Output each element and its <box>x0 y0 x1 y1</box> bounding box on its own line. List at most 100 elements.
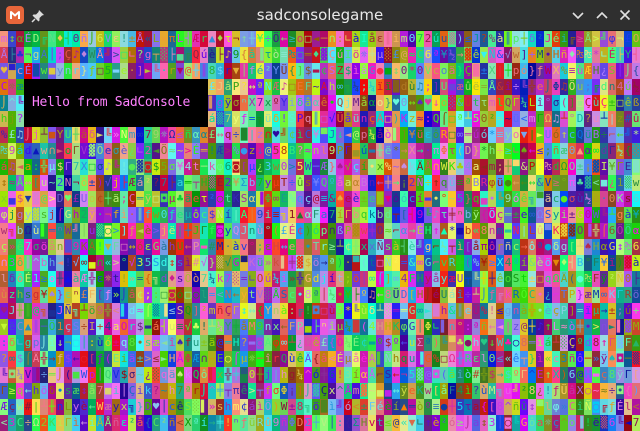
glyph-cell: Y <box>272 63 280 79</box>
glyph-cell: Ö <box>336 335 344 351</box>
glyph-cell: N <box>512 223 520 239</box>
glyph-cell: ▀ <box>536 191 544 207</box>
glyph-cell: à <box>392 239 400 255</box>
glyph-cell: ░ <box>384 47 392 63</box>
glyph-cell: ● <box>440 399 448 415</box>
glyph-cell: ♫ <box>416 79 424 95</box>
glyph-cell: ═ <box>304 47 312 63</box>
glyph-cell: ♦ <box>80 47 88 63</box>
glyph-cell: « <box>144 31 152 47</box>
glyph-cell: á <box>0 159 8 175</box>
glyph-cell: $ <box>16 191 24 207</box>
glyph-cell: j <box>112 175 120 191</box>
glyph-cell: Ö <box>184 271 192 287</box>
glyph-cell: ± <box>608 303 616 319</box>
glyph-cell: è <box>536 255 544 271</box>
glyph-cell: ← <box>376 287 384 303</box>
glyph-cell: ö <box>352 47 360 63</box>
glyph-cell: É <box>192 143 200 159</box>
glyph-cell: 6 <box>608 223 616 239</box>
glyph-cell: ÷ <box>288 175 296 191</box>
glyph-cell: [ <box>88 351 96 367</box>
glyph-cell: ╔ <box>296 303 304 319</box>
glyph-cell: Ω <box>304 335 312 351</box>
glyph-cell: P <box>296 319 304 335</box>
glyph-cell: ≤ <box>496 351 504 367</box>
glyph-cell: W <box>544 63 552 79</box>
glyph-cell: « <box>544 351 552 367</box>
glyph-cell: N <box>64 175 72 191</box>
glyph-cell: Ω <box>560 159 568 175</box>
glyph-cell: 8 <box>280 143 288 159</box>
glyph-cell: ê <box>240 383 248 399</box>
glyph-cell: i <box>280 271 288 287</box>
glyph-cell: > <box>112 223 120 239</box>
glyph-cell: · <box>344 255 352 271</box>
glyph-cell: ö <box>312 399 320 415</box>
glyph-cell: ▓ <box>616 335 624 351</box>
glyph-cell: < <box>592 175 600 191</box>
glyph-cell: ▒ <box>448 31 456 47</box>
glyph-cell: ° <box>440 191 448 207</box>
glyph-cell: $ <box>304 63 312 79</box>
glyph-cell: H <box>424 223 432 239</box>
glyph-cell: ▀ <box>240 255 248 271</box>
glyph-cell: Å <box>16 175 24 191</box>
glyph-cell: ├ <box>168 175 176 191</box>
glyph-cell: ╬ <box>224 367 232 383</box>
glyph-cell: í <box>416 191 424 207</box>
glyph-cell: ¬ <box>72 175 80 191</box>
glyph-cell: ▼ <box>176 63 184 79</box>
glyph-cell: Ñ <box>584 399 592 415</box>
glyph-cell: ≈ <box>8 175 16 191</box>
glyph-cell: ► <box>144 63 152 79</box>
minimize-icon[interactable] <box>570 7 586 23</box>
glyph-cell: · <box>600 191 608 207</box>
glyph-cell: ä <box>448 63 456 79</box>
glyph-cell: ∞ <box>80 255 88 271</box>
glyph-cell: Γ <box>616 287 624 303</box>
glyph-cell: ¢ <box>296 223 304 239</box>
glyph-cell: Φ <box>280 383 288 399</box>
pin-icon[interactable] <box>31 8 45 23</box>
glyph-cell: £ <box>208 79 216 95</box>
close-icon[interactable] <box>617 7 633 23</box>
glyph-cell: S <box>608 63 616 79</box>
glyph-cell: Ñ <box>376 239 384 255</box>
glyph-cell: ! <box>584 415 592 431</box>
glyph-cell: ∙ <box>536 287 544 303</box>
glyph-cell: H <box>360 415 368 431</box>
glyph-cell: ê <box>296 351 304 367</box>
title-bar[interactable]: sadconsolegame <box>0 0 640 31</box>
glyph-cell: y <box>224 223 232 239</box>
glyph-cell: p <box>320 223 328 239</box>
glyph-cell: c <box>288 287 296 303</box>
glyph-cell: ü <box>584 127 592 143</box>
glyph-cell: ( <box>272 223 280 239</box>
glyph-cell: Ñ <box>384 351 392 367</box>
glyph-cell: a <box>472 399 480 415</box>
glyph-cell: 5 <box>272 143 280 159</box>
glyph-cell: □ <box>576 95 584 111</box>
glyph-cell: 8 <box>520 335 528 351</box>
glyph-cell: k <box>144 383 152 399</box>
glyph-cell: ╪ <box>384 175 392 191</box>
glyph-cell: 9 <box>8 143 16 159</box>
glyph-cell: ┴ <box>560 111 568 127</box>
glyph-cell: 0 <box>248 367 256 383</box>
glyph-cell: : <box>88 335 96 351</box>
glyph-cell: [ <box>32 175 40 191</box>
glyph-cell: @ <box>576 367 584 383</box>
glyph-cell: ≤ <box>384 415 392 431</box>
glyph-cell: ≈ <box>384 223 392 239</box>
glyph-cell: Æ <box>80 271 88 287</box>
glyph-cell: ╫ <box>480 271 488 287</box>
glyph-cell: ñ <box>560 47 568 63</box>
glyph-cell: D <box>576 111 584 127</box>
glyph-cell: } <box>136 399 144 415</box>
glyph-cell: ò <box>416 399 424 415</box>
glyph-cell: ƒ <box>168 207 176 223</box>
maximize-icon[interactable] <box>594 7 610 23</box>
glyph-cell: ) <box>392 111 400 127</box>
glyph-cell: ¥ <box>312 175 320 191</box>
